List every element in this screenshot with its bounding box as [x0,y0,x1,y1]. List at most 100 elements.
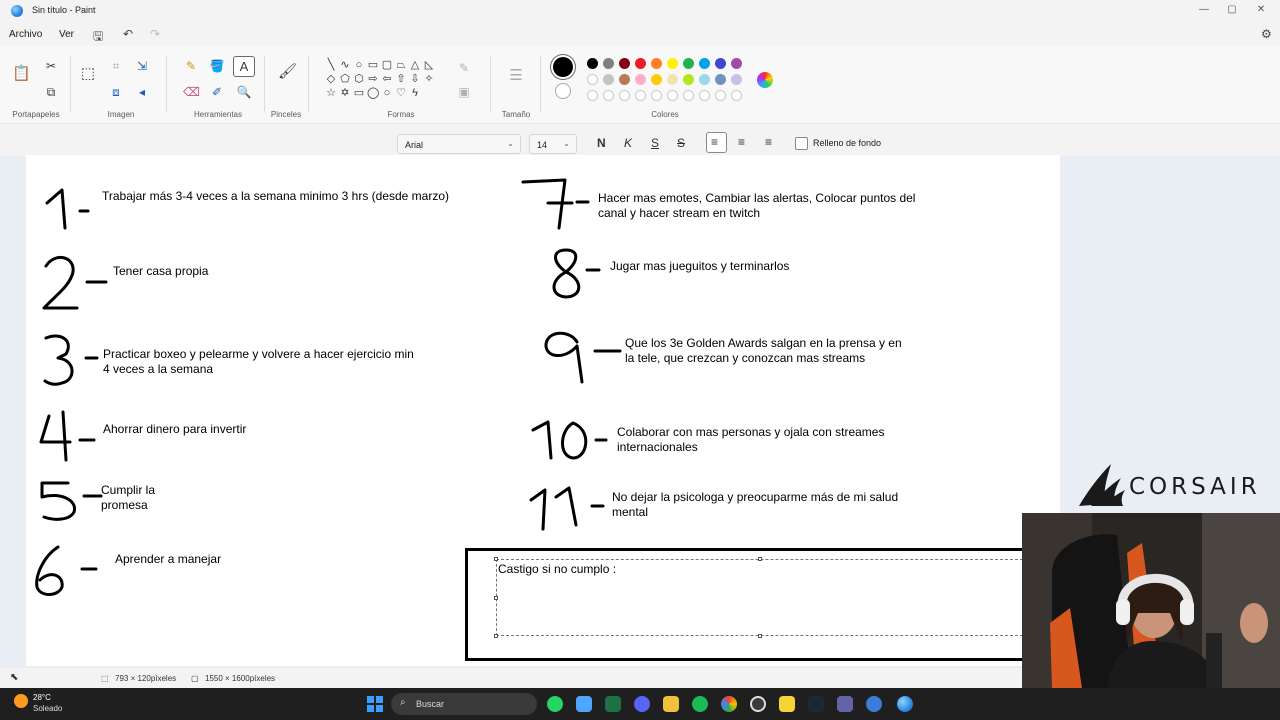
whatsapp-icon[interactable] [547,696,563,712]
image-select-icon[interactable]: ⧈ [108,84,124,100]
custom-color-slot[interactable] [699,90,710,101]
color-swatch[interactable] [635,74,646,85]
redo-icon[interactable]: ↷ [150,27,160,41]
brush-icon[interactable]: 🖌 [278,64,297,80]
secondary-color[interactable] [555,83,571,99]
resize-handle[interactable] [494,634,498,638]
taskbar-search[interactable]: ⌕ Buscar [391,693,537,715]
custom-color-slot[interactable] [731,90,742,101]
callout-oval-shape-icon[interactable]: ◯ [367,87,379,99]
align-right-icon[interactable]: ≡ [765,135,772,149]
underline-button[interactable]: S [651,136,659,150]
star4-shape-icon[interactable]: ✧ [423,73,435,85]
start-button[interactable] [367,696,383,712]
align-center-icon[interactable]: ≡ [738,135,745,149]
color-swatch[interactable] [587,58,598,69]
font-size-select[interactable]: 14 ⌄ [529,134,577,154]
file-explorer-icon[interactable] [663,696,679,712]
diamond-shape-icon[interactable]: ◇ [325,73,337,85]
oval-shape-icon[interactable]: ○ [353,59,365,71]
custom-color-slot[interactable] [603,90,614,101]
arrow-up-shape-icon[interactable]: ⇧ [395,73,407,85]
color-swatch[interactable] [619,58,630,69]
font-family-select[interactable]: Arial ⌄ [397,134,521,154]
callout-cloud-shape-icon[interactable]: ○ [381,87,393,99]
rotate-icon[interactable]: ◂ [134,84,150,100]
rectangle-shape-icon[interactable]: ▭ [367,59,379,71]
resize-handle[interactable] [494,596,498,600]
maximize-button[interactable]: ▢ [1224,3,1240,17]
spotify-icon[interactable] [692,696,708,712]
resize-handle[interactable] [494,557,498,561]
triangle-shape-icon[interactable]: △ [409,59,421,71]
color-swatch[interactable] [683,58,694,69]
strikethrough-button[interactable]: S [677,136,685,150]
outline-icon[interactable]: ✎ [456,60,472,76]
chrome-icon[interactable] [721,696,737,712]
color-swatch[interactable] [651,58,662,69]
bold-button[interactable]: N [597,136,606,150]
teams-icon[interactable] [837,696,853,712]
menu-file[interactable]: Archivo [9,29,42,40]
star5-shape-icon[interactable]: ☆ [325,87,337,99]
curve-shape-icon[interactable]: ∿ [339,59,351,71]
copy-icon[interactable]: ⧉ [43,84,59,100]
color-swatch[interactable] [587,74,598,85]
steam-icon[interactable] [808,696,824,712]
color-swatch[interactable] [667,74,678,85]
fill-background-checkbox[interactable] [795,137,808,150]
app-icon[interactable] [866,696,882,712]
color-swatch[interactable] [731,74,742,85]
custom-color-slot[interactable] [683,90,694,101]
select-icon[interactable]: ⬚ [80,66,96,82]
custom-color-slot[interactable] [667,90,678,101]
color-swatch[interactable] [635,58,646,69]
color-swatch[interactable] [603,74,614,85]
right-triangle-shape-icon[interactable]: ◺ [423,59,435,71]
custom-color-slot[interactable] [619,90,630,101]
color-swatch[interactable] [651,74,662,85]
color-picker-icon[interactable]: ✐ [209,84,225,100]
rounded-rect-shape-icon[interactable]: ▢ [381,59,393,71]
arrow-left-shape-icon[interactable]: ⇦ [381,73,393,85]
close-button[interactable]: ✕ [1253,3,1269,17]
color-swatch[interactable] [667,58,678,69]
italic-button[interactable]: K [624,136,632,150]
castigo-text[interactable]: Castigo si no cumplo : [498,562,616,577]
notes-icon[interactable] [576,696,592,712]
discord-icon[interactable] [634,696,650,712]
heart-shape-icon[interactable]: ♡ [395,87,407,99]
color-swatch[interactable] [603,58,614,69]
weather-icon[interactable] [14,694,28,708]
primary-color[interactable] [553,57,573,77]
color-swatch[interactable] [683,74,694,85]
pencil-icon[interactable]: ✎ [183,58,199,74]
resize-icon[interactable]: ⇲ [134,58,150,74]
line-shape-icon[interactable]: ╲ [325,59,337,71]
color-swatch[interactable] [699,58,710,69]
color-swatch[interactable] [619,74,630,85]
color-swatch[interactable] [699,74,710,85]
color-swatch[interactable] [715,58,726,69]
color-swatch[interactable] [731,58,742,69]
paint-taskbar-icon[interactable] [897,696,913,712]
edit-colors-icon[interactable] [757,72,773,88]
pentagon-shape-icon[interactable]: ⬠ [339,73,351,85]
arrow-right-shape-icon[interactable]: ⇨ [367,73,379,85]
callout-rect-shape-icon[interactable]: ▭ [353,87,365,99]
hexagon-shape-icon[interactable]: ⬡ [353,73,365,85]
resize-handle[interactable] [758,557,762,561]
excel-icon[interactable] [605,696,621,712]
eraser-icon[interactable]: ⌫ [183,84,200,100]
menu-view[interactable]: Ver [59,29,74,40]
size-icon[interactable]: ☰ [508,68,524,84]
custom-color-slot[interactable] [651,90,662,101]
fill-icon[interactable]: 🪣 [209,58,225,74]
paste-icon[interactable]: 📋 [12,66,31,82]
sticky-notes-icon[interactable] [779,696,795,712]
arrow-down-shape-icon[interactable]: ⇩ [409,73,421,85]
star6-shape-icon[interactable]: ✡ [339,87,351,99]
custom-color-slot[interactable] [635,90,646,101]
magnifier-icon[interactable]: 🔍 [236,84,252,100]
custom-color-slot[interactable] [587,90,598,101]
